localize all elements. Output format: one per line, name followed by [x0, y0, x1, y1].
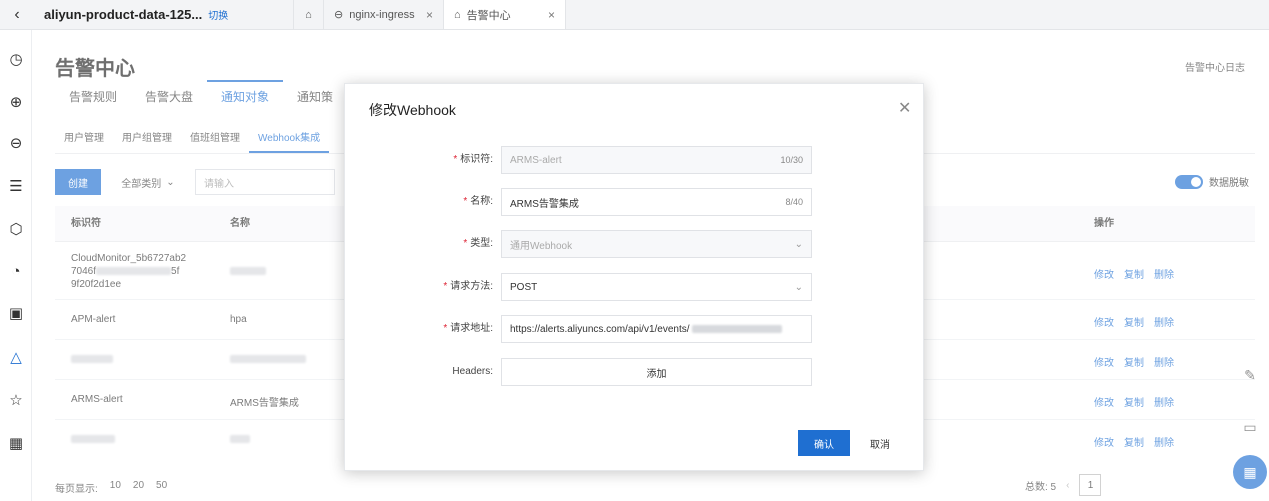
identifier-field: ARMS-alert 10/30: [501, 146, 812, 174]
browser-tab-bar: ‹ aliyun-product-data-125... 切换 ⌂ ⊖ ngin…: [0, 0, 1269, 30]
tab-nginx-ingress[interactable]: ⊖ nginx-ingress ×: [324, 0, 444, 29]
home-icon[interactable]: ⌂: [294, 0, 324, 29]
switch-link[interactable]: 切换: [208, 7, 228, 22]
char-count: 10/30: [780, 155, 803, 165]
label-text: 名称:: [470, 196, 493, 207]
label-text: 请求方法:: [450, 281, 493, 292]
form-row-type: * 类型: 通用Webhook ⌄: [345, 230, 925, 258]
field-value: ARMS告警集成: [510, 198, 579, 210]
label-text: 请求地址:: [450, 323, 493, 334]
monitor-icon[interactable]: ▣: [7, 304, 25, 322]
chart-pie-icon[interactable]: ◔: [7, 262, 25, 280]
type-label: * 类型:: [463, 238, 493, 249]
name-label: * 名称:: [463, 196, 493, 207]
edit-webhook-dialog: 修改Webhook ✕ * 标识符: ARMS-alert 10/30 * 名称: …: [344, 83, 924, 471]
add-header-button[interactable]: 添加: [501, 358, 812, 386]
field-value: ARMS-alert: [510, 154, 562, 166]
field-value: POST: [510, 281, 538, 293]
form-row-method: * 请求方法: POST ⌄: [345, 273, 925, 301]
url-label: * 请求地址:: [443, 323, 493, 334]
url-field[interactable]: https://alerts.aliyuncs.com/api/v1/event…: [501, 315, 812, 343]
clock-icon[interactable]: ◷: [7, 50, 25, 68]
bell-icon[interactable]: △: [7, 348, 25, 366]
identifier-label: * 标识符:: [453, 154, 493, 165]
building-icon: ⌂: [454, 8, 461, 21]
form-row-identifier: * 标识符: ARMS-alert 10/30: [345, 146, 925, 174]
headers-label: Headers:: [452, 366, 493, 377]
method-label: * 请求方法:: [443, 281, 493, 292]
tab-label: 告警中心: [466, 9, 511, 22]
star-icon[interactable]: ☆: [7, 391, 25, 409]
close-icon[interactable]: ×: [548, 8, 555, 22]
list-icon[interactable]: ☰: [7, 177, 25, 195]
name-field[interactable]: ARMS告警集成 8/40: [501, 188, 812, 216]
form-row-name: * 名称: ARMS告警集成 8/40: [345, 188, 925, 216]
cancel-button[interactable]: 取消: [859, 430, 901, 456]
tab-alert-center[interactable]: ⌂ 告警中心 ×: [444, 0, 566, 29]
close-icon[interactable]: ✕: [898, 98, 911, 118]
field-value: https://alerts.aliyuncs.com/api/v1/event…: [510, 323, 690, 335]
char-count: 8/40: [785, 197, 803, 207]
label-text: 类型:: [470, 238, 493, 249]
confirm-button[interactable]: 确认: [798, 430, 850, 456]
field-value: 通用Webhook: [510, 240, 573, 252]
chevron-down-icon: ⌄: [794, 238, 803, 250]
method-select[interactable]: POST ⌄: [501, 273, 812, 301]
cube-icon[interactable]: ⬡: [7, 220, 25, 238]
type-select: 通用Webhook ⌄: [501, 230, 812, 258]
tab-workspace-label: aliyun-product-data-125...: [44, 7, 203, 22]
dialog-title: 修改Webhook: [369, 102, 456, 118]
chevron-down-icon: ⌄: [794, 281, 803, 293]
grid-icon[interactable]: ▦: [7, 434, 25, 452]
form-row-url: * 请求地址: https://alerts.aliyuncs.com/api/v…: [345, 315, 925, 343]
form-row-headers: Headers: 添加: [345, 358, 925, 386]
chevron-left-icon[interactable]: ‹: [0, 0, 34, 29]
search-circle-icon[interactable]: ⊕: [7, 93, 25, 111]
tab-workspace[interactable]: aliyun-product-data-125... 切换: [34, 0, 294, 29]
label-text: 标识符:: [460, 154, 493, 165]
left-sidebar: ◷ ⊕ ⊖ ☰ ⬡ ◔ ▣ △ ☆ ▦: [0, 30, 32, 501]
tab-label: nginx-ingress: [349, 8, 415, 21]
close-icon[interactable]: ×: [426, 8, 433, 22]
globe-icon: ⊖: [334, 9, 344, 21]
zoom-icon[interactable]: ⊖: [7, 134, 25, 152]
